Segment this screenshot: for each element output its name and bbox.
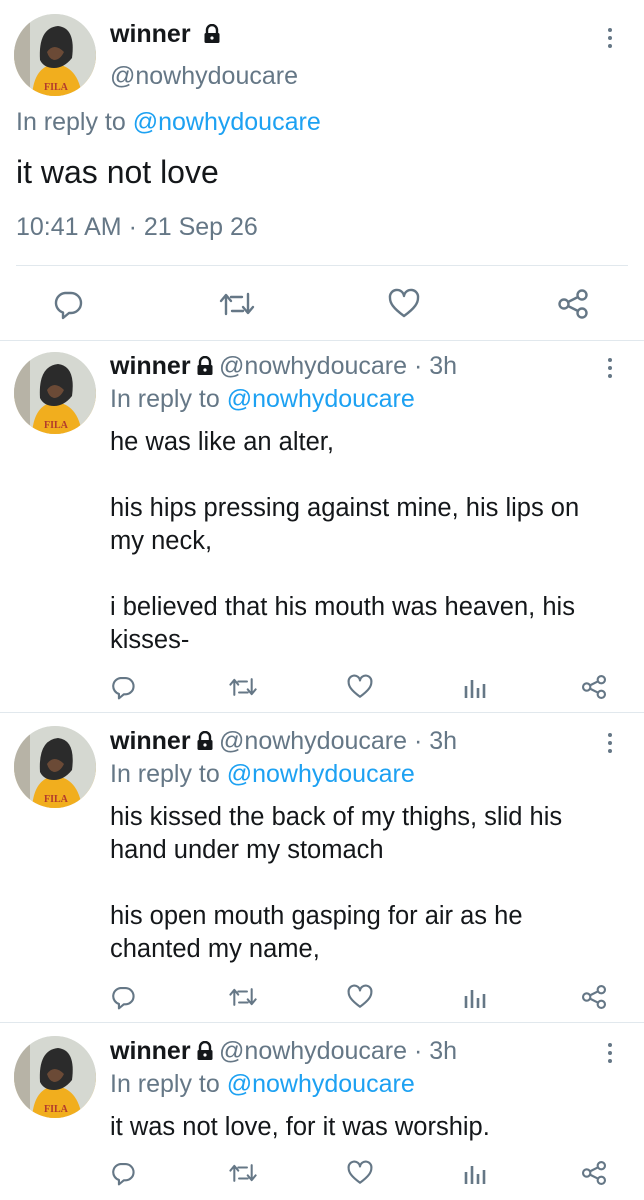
author-meta: @nowhydoucare · 3h: [219, 352, 458, 380]
author-meta: @nowhydoucare · 3h: [219, 727, 458, 755]
heart-icon[interactable]: [346, 1160, 374, 1186]
reply-context: In reply to @nowhydoucare: [110, 385, 415, 414]
avatar-image: FILA: [14, 726, 96, 808]
retweet-icon[interactable]: [218, 288, 256, 320]
author-name[interactable]: winner: [110, 20, 222, 51]
avatar-image: FILA: [14, 352, 96, 434]
author-name[interactable]: winner: [110, 352, 191, 380]
more-vertical-icon[interactable]: [598, 24, 622, 54]
author-name[interactable]: winner: [110, 727, 191, 755]
avatar-image: FILA: [14, 1036, 96, 1118]
reply-context: In reply to @nowhydoucare: [16, 108, 321, 137]
avatar[interactable]: FILA: [14, 14, 96, 96]
avatar[interactable]: FILA: [14, 726, 96, 808]
reply-context: In reply to @nowhydoucare: [110, 760, 415, 789]
divider: [0, 1022, 644, 1023]
heart-icon[interactable]: [346, 984, 374, 1010]
tweet-header: winner @nowhydoucare · 3h: [110, 1037, 457, 1066]
lock-icon: [195, 355, 215, 381]
reply-icon[interactable]: [110, 1160, 136, 1186]
divider: [0, 340, 644, 341]
lock-icon: [195, 730, 215, 756]
reply-context-handle[interactable]: @nowhydoucare: [133, 108, 321, 136]
reply-context-prefix: In reply to: [110, 385, 227, 413]
reply-icon[interactable]: [110, 674, 136, 700]
tweet-header: winner @nowhydoucare · 3h: [110, 727, 457, 756]
reply-context: In reply to @nowhydoucare: [110, 1070, 415, 1099]
reply-context-prefix: In reply to: [16, 108, 133, 136]
tweet-timestamp[interactable]: 10:41 AM · 21 Sep 26: [16, 213, 258, 242]
more-vertical-icon[interactable]: [598, 354, 622, 384]
reply-context-prefix: In reply to: [110, 1070, 227, 1098]
analytics-icon[interactable]: [462, 986, 486, 1010]
divider: [0, 712, 644, 713]
more-vertical-icon[interactable]: [598, 729, 622, 759]
lock-icon: [195, 1040, 215, 1066]
share-icon[interactable]: [580, 1160, 608, 1186]
author-handle[interactable]: @nowhydoucare: [110, 62, 298, 91]
avatar-image: FILA: [14, 14, 96, 96]
retweet-icon[interactable]: [228, 674, 258, 700]
tweet-text: it was not love, for it was worship.: [110, 1113, 490, 1141]
reply-icon[interactable]: [110, 984, 136, 1010]
svg-text:FILA: FILA: [44, 794, 69, 805]
author-name[interactable]: winner: [110, 1037, 191, 1065]
divider: [16, 265, 628, 266]
tweet-text: his kissed the back of my thighs, slid h…: [110, 803, 563, 963]
analytics-icon[interactable]: [462, 1162, 486, 1186]
share-icon[interactable]: [580, 984, 608, 1010]
lock-icon: [202, 22, 222, 51]
reply-icon[interactable]: [52, 288, 84, 320]
avatar[interactable]: FILA: [14, 1036, 96, 1118]
tweet-text: it was not love: [16, 154, 219, 190]
avatar[interactable]: FILA: [14, 352, 96, 434]
reply-context-handle[interactable]: @nowhydoucare: [227, 760, 415, 788]
tweet-text: he was like an alter, his hips pressing …: [110, 428, 580, 654]
share-icon[interactable]: [580, 674, 608, 700]
reply-context-prefix: In reply to: [110, 760, 227, 788]
tweet-header: winner @nowhydoucare · 3h: [110, 352, 457, 381]
reply-context-handle[interactable]: @nowhydoucare: [227, 1070, 415, 1098]
heart-icon[interactable]: [346, 674, 374, 700]
more-vertical-icon[interactable]: [598, 1039, 622, 1069]
retweet-icon[interactable]: [228, 1160, 258, 1186]
author-meta: @nowhydoucare · 3h: [219, 1037, 458, 1065]
svg-text:FILA: FILA: [44, 82, 69, 93]
share-icon[interactable]: [556, 288, 590, 320]
retweet-icon[interactable]: [228, 984, 258, 1010]
svg-text:FILA: FILA: [44, 1104, 69, 1115]
analytics-icon[interactable]: [462, 676, 486, 700]
author-name-text: winner: [110, 20, 191, 48]
reply-context-handle[interactable]: @nowhydoucare: [227, 385, 415, 413]
svg-text:FILA: FILA: [44, 420, 69, 431]
heart-icon[interactable]: [387, 288, 421, 320]
